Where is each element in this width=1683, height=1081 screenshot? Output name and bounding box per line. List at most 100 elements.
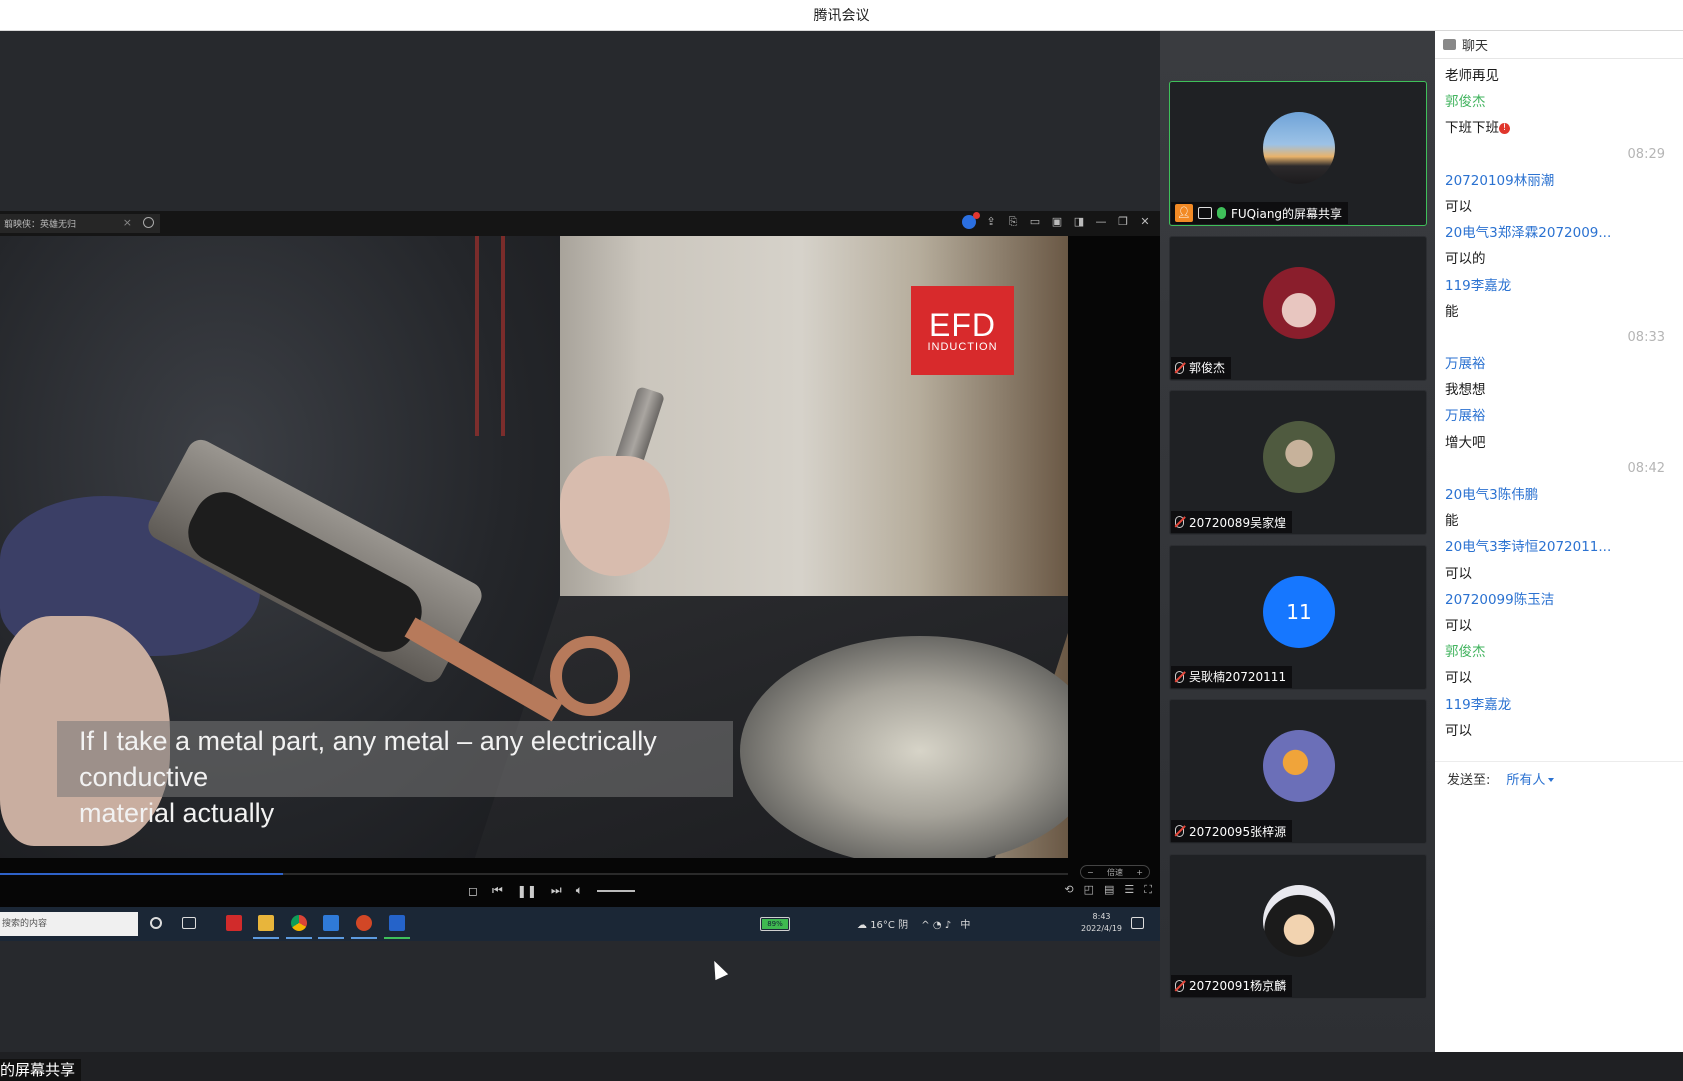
chat-message-text: 可以 xyxy=(1445,718,1683,744)
participant-avatar xyxy=(1263,112,1335,184)
chat-line-text: 老师再见 xyxy=(1445,68,1499,84)
participant-tile[interactable]: 👤︎ FUQiang的屏幕共享 xyxy=(1169,81,1427,226)
tray-volume-icon[interactable]: ♪ xyxy=(945,920,951,931)
participant-tile[interactable]: 20720095张梓源 xyxy=(1169,699,1427,844)
participant-name-bar: 20720089吴家煌 xyxy=(1171,511,1293,533)
playback-controls: ◻ ⏮ ❚❚ ⏭ 🔈︎ xyxy=(468,883,635,898)
participant-tile[interactable]: 20720089吴家煌 xyxy=(1169,390,1427,535)
volume-icon[interactable]: 🔈︎ xyxy=(576,883,583,898)
tray-chevron-icon[interactable]: ^ xyxy=(921,920,929,931)
host-icon: 👤︎ xyxy=(1175,204,1193,222)
chat-sender-name[interactable]: 郭俊杰 xyxy=(1445,639,1683,665)
speed-decrease-button[interactable]: − xyxy=(1087,868,1094,877)
participant-tile[interactable]: 11 吴耿楠20720111 xyxy=(1169,544,1427,690)
player-tab[interactable]: 翦映侠：英雄无归 × xyxy=(0,214,160,233)
battery-indicator[interactable]: 89% xyxy=(760,917,790,931)
close-icon[interactable]: ✕ xyxy=(1138,215,1152,229)
taskbar-active-indicator xyxy=(384,937,410,939)
chat-sender-name[interactable]: 万展裕 xyxy=(1445,403,1683,429)
previous-icon[interactable]: ⏮ xyxy=(492,883,503,898)
chat-message-list[interactable]: 老师再见 郭俊杰 下班下班! 08:29 20720109林丽潮 可以 20电气3郑泽霖20… xyxy=(1435,59,1683,744)
chat-line-text: 20电气3李诗恒2072011... xyxy=(1445,539,1612,556)
chat-sender-name[interactable]: 20720109林丽潮 xyxy=(1445,168,1683,194)
task-view-icon[interactable] xyxy=(182,917,196,929)
chat-line-text: 08:29 xyxy=(1627,146,1665,162)
powerpoint-icon[interactable] xyxy=(356,915,372,931)
participant-name-bar: 吴耿楠20720111 xyxy=(1171,665,1293,688)
playlist-icon[interactable]: ☰ xyxy=(1124,883,1134,897)
chat-timestamp: 08:33 xyxy=(1445,325,1683,351)
cortana-icon[interactable] xyxy=(150,917,162,929)
send-to-dropdown[interactable]: 所有人 xyxy=(1506,769,1555,788)
player-extra-controls: ⟲ ◰ ▤ ☰ ⛶ xyxy=(1064,883,1152,897)
share-icon[interactable]: ⎘ xyxy=(1006,215,1020,229)
chat-sender-name[interactable]: 20电气3陈伟鹏 xyxy=(1445,482,1683,508)
chat-line-text: 可以 xyxy=(1445,565,1472,582)
chat-sender-name[interactable]: 20720099陈玉洁 xyxy=(1445,587,1683,613)
clock-time: 8:43 xyxy=(1092,912,1111,921)
subtitle-icon[interactable]: ◰ xyxy=(1084,883,1094,897)
participant-name: 吴耿楠20720111 xyxy=(1189,670,1287,684)
participant-tile[interactable]: 20720091杨京麟 xyxy=(1169,853,1427,999)
send-to-row: 发送至: 所有人 xyxy=(1447,769,1555,788)
microphone-muted-icon xyxy=(1175,979,1184,992)
speed-increase-button[interactable]: + xyxy=(1136,868,1143,877)
chat-sender-name[interactable]: 郭俊杰 xyxy=(1445,89,1683,115)
chrome-icon[interactable] xyxy=(291,915,307,931)
chat-line-text: 20720109林丽潮 xyxy=(1445,172,1555,189)
notification-center-icon[interactable] xyxy=(1131,917,1144,929)
shared-screen-area: 翦映侠：英雄无归 × ⇪ ⎘ ▭ ▣ ◨ — ❐ ✕ EFD INDUCTION… xyxy=(0,31,1160,1081)
video-progress-bar[interactable] xyxy=(0,873,1068,875)
search-icon[interactable] xyxy=(143,217,154,228)
taskbar-clock[interactable]: 8:43 2022/4/19 xyxy=(1081,911,1122,935)
minimize-icon[interactable]: — xyxy=(1094,215,1108,229)
player-app-icon[interactable] xyxy=(389,915,405,931)
input-method[interactable]: 中 xyxy=(960,920,970,931)
taskbar-active-indicator xyxy=(351,937,377,939)
mouse-cursor-icon xyxy=(707,957,729,981)
player-tab-label: 翦映侠：英雄无归 xyxy=(4,220,77,230)
next-icon[interactable]: ⏭ xyxy=(551,883,562,898)
fullscreen-icon[interactable]: ⛶ xyxy=(1144,883,1152,897)
file-explorer-icon[interactable] xyxy=(258,915,274,931)
participant-tile[interactable]: 郭俊杰 xyxy=(1169,235,1427,381)
tab-close-icon[interactable]: × xyxy=(123,216,132,229)
pause-icon[interactable]: ❚❚ xyxy=(517,884,537,898)
pdf-app-icon[interactable] xyxy=(226,915,242,931)
chat-line-text: 我想想 xyxy=(1445,382,1486,399)
chat-sender-name[interactable]: 119李嘉龙 xyxy=(1445,692,1683,718)
chat-line-text: 119李嘉龙 xyxy=(1445,277,1512,294)
taskbar-active-indicator xyxy=(253,937,279,939)
playback-speed-control[interactable]: − 倍速 + xyxy=(1080,865,1150,879)
stop-icon[interactable]: ◻ xyxy=(468,884,478,898)
chat-message-text: 可以 xyxy=(1445,561,1683,587)
taskbar-search-box[interactable]: 搜索的内容 xyxy=(0,912,138,936)
subtitle-line-2: material actually xyxy=(79,798,275,828)
notification-icon[interactable] xyxy=(962,212,980,229)
restore-icon[interactable]: ❐ xyxy=(1116,215,1130,229)
taskbar-active-indicator xyxy=(286,937,312,939)
loop-icon[interactable]: ⟲ xyxy=(1064,883,1073,897)
chat-sender-name[interactable]: 20电气3李诗恒2072011... xyxy=(1445,534,1683,560)
chat-sender-name[interactable]: 20电气3郑泽霖2072009... xyxy=(1445,220,1683,246)
screen-icon[interactable]: ▤ xyxy=(1104,883,1114,897)
network-icon[interactable]: ◔ xyxy=(933,920,942,931)
miniplayer-icon[interactable]: ▭ xyxy=(1028,215,1042,229)
chat-sender-name[interactable]: 119李嘉龙 xyxy=(1445,273,1683,299)
chat-message-text: 老师再见 xyxy=(1445,63,1683,89)
chat-message-text: 能 xyxy=(1445,508,1683,534)
photos-app-icon[interactable] xyxy=(323,915,339,931)
upload-icon[interactable]: ⇪ xyxy=(984,215,998,229)
chat-message-text: 能 xyxy=(1445,299,1683,325)
send-failed-alert-icon[interactable]: ! xyxy=(1499,123,1510,135)
weather-text[interactable]: 16°C 阴 xyxy=(870,920,908,931)
system-tray: ☁ 16°C 阴 ^ ◔ ♪ 中 xyxy=(857,916,970,931)
participant-name-bar: 20720091杨京麟 xyxy=(1171,974,1293,997)
participant-name-bar: 郭俊杰 xyxy=(1171,356,1232,379)
screenshot-icon[interactable]: ▣ xyxy=(1050,215,1064,229)
video-frame[interactable]: EFD INDUCTION If I take a metal part, an… xyxy=(0,236,1068,858)
chat-line-text: 可以的 xyxy=(1445,251,1486,268)
volume-slider[interactable] xyxy=(596,889,635,892)
chat-sender-name[interactable]: 万展裕 xyxy=(1445,351,1683,377)
pin-icon[interactable]: ◨ xyxy=(1072,215,1086,229)
